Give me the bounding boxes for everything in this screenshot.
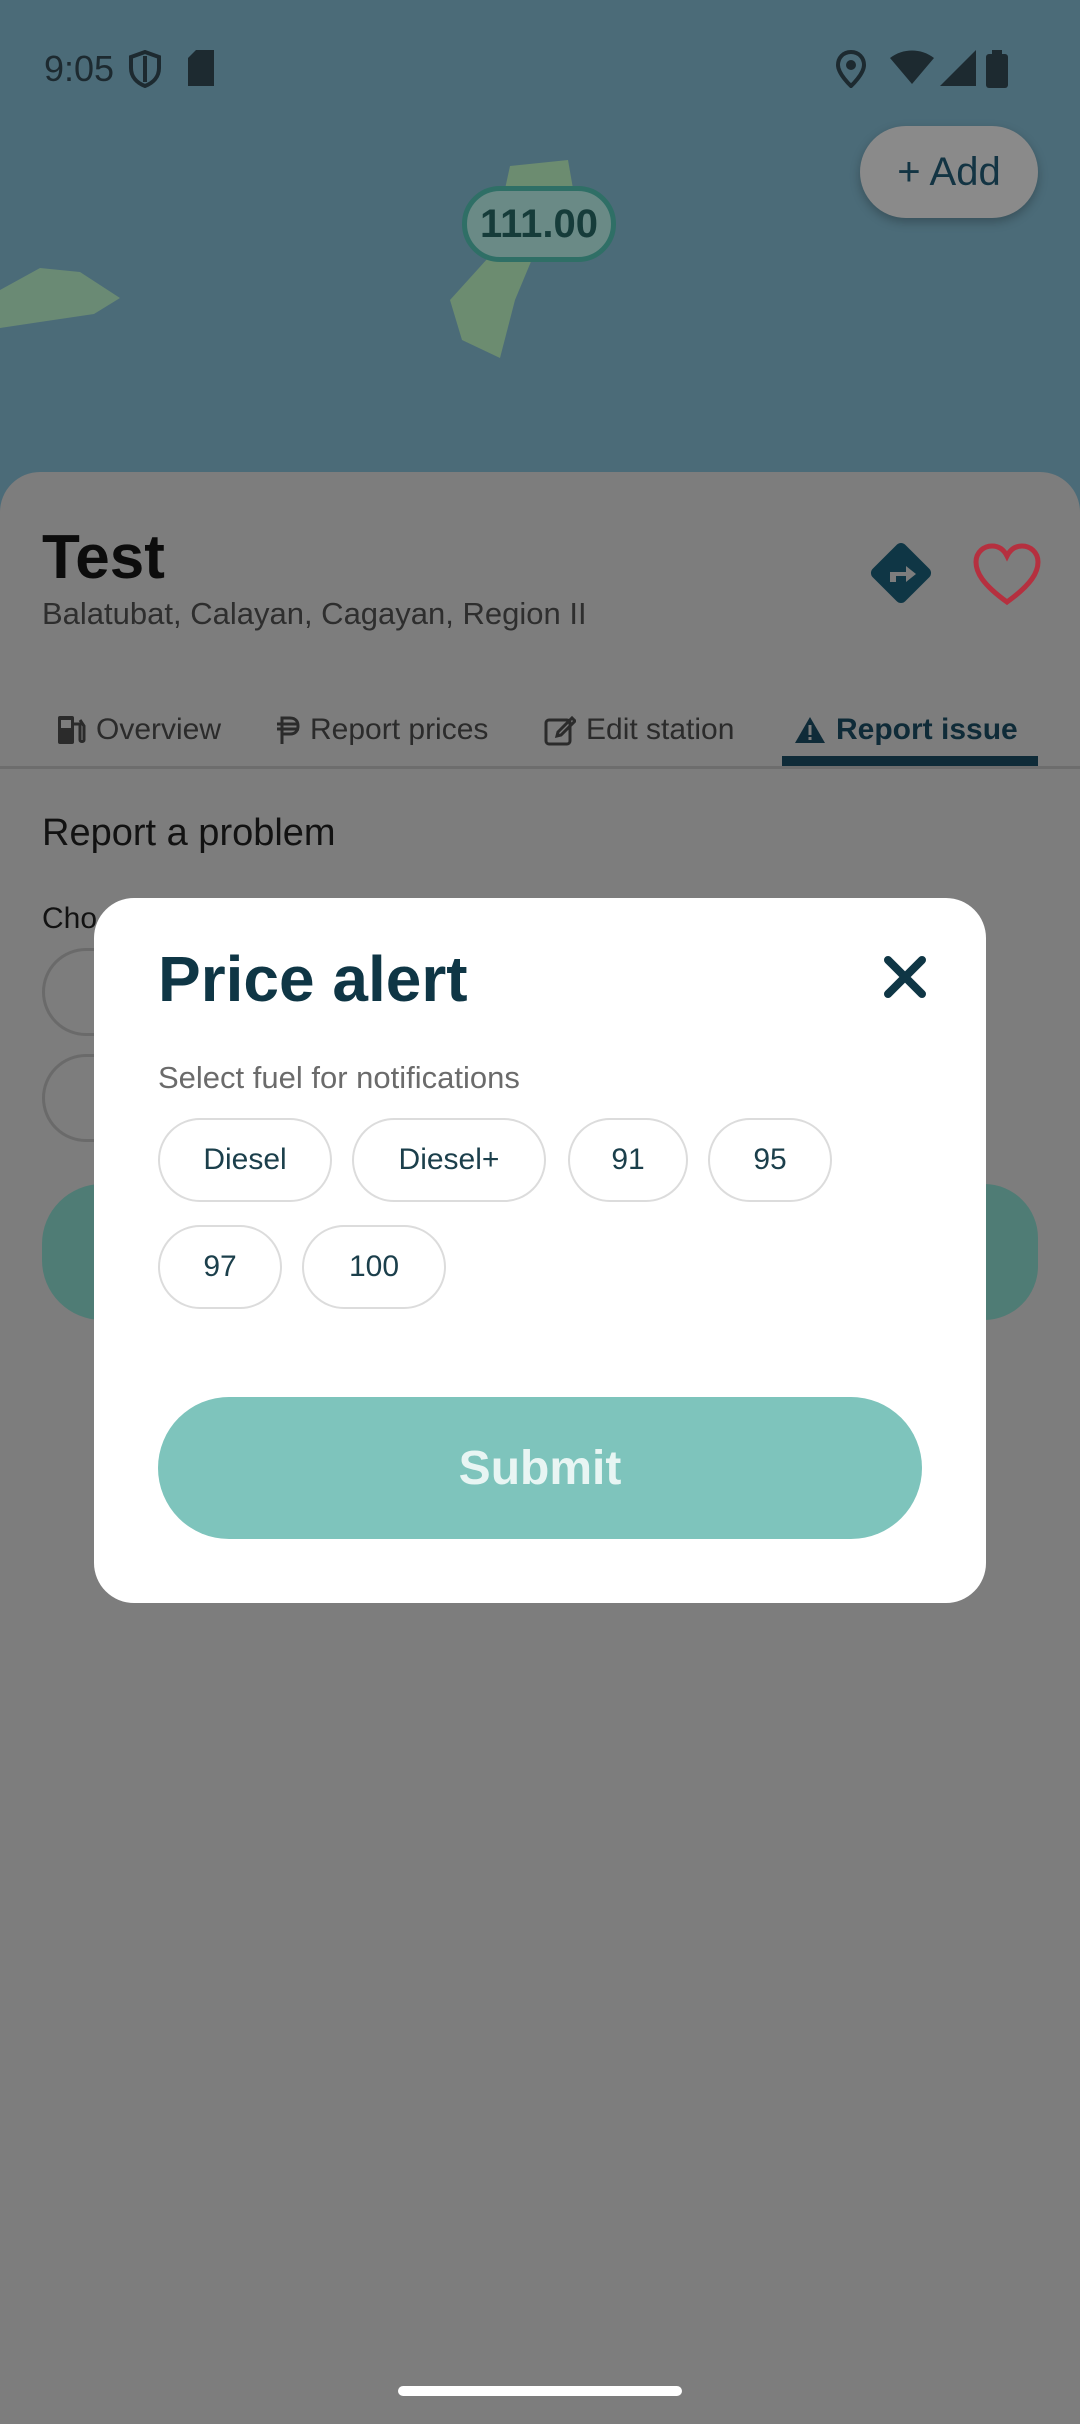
warning-icon <box>795 717 825 743</box>
report-title: Report a problem <box>42 812 336 854</box>
add-station-button[interactable]: + Add <box>860 126 1038 218</box>
fuel-chip-91[interactable]: 91 <box>568 1118 688 1202</box>
station-name: Test <box>42 523 165 592</box>
favorite-heart-icon[interactable] <box>972 542 1042 608</box>
fuel-chip-95[interactable]: 95 <box>708 1118 832 1202</box>
fuel-chip-diesel-plus[interactable]: Diesel+ <box>352 1118 546 1202</box>
dialog-subtitle: Select fuel for notifications <box>158 1060 520 1095</box>
fuel-chip-100[interactable]: 100 <box>302 1225 446 1309</box>
signal-icon <box>940 50 976 86</box>
directions-icon[interactable] <box>866 538 936 608</box>
close-icon[interactable] <box>882 954 928 1000</box>
tab-report-prices-label: Report prices <box>310 713 489 746</box>
sd-card-icon <box>188 50 214 86</box>
fuel-chip-97[interactable]: 97 <box>158 1225 282 1309</box>
location-icon <box>836 50 866 88</box>
edit-icon <box>544 715 576 746</box>
peso-icon <box>277 716 300 744</box>
battery-icon <box>986 50 1008 88</box>
submit-button[interactable]: Submit <box>158 1397 922 1539</box>
tab-overview[interactable]: Overview <box>56 694 221 766</box>
station-address: Balatubat, Calayan, Cagayan, Region II <box>42 596 587 631</box>
price-alert-dialog: Price alert Select fuel for notification… <box>94 898 986 1603</box>
active-tab-indicator <box>782 756 1038 766</box>
status-bar: 9:05 <box>0 0 1080 140</box>
status-time: 9:05 <box>44 48 115 89</box>
tab-report-prices[interactable]: Report prices <box>276 694 488 766</box>
tab-overview-label: Overview <box>96 713 222 746</box>
tab-edit-station-label: Edit station <box>586 713 735 746</box>
wifi-icon <box>890 50 934 84</box>
shield-icon <box>129 50 161 88</box>
map-price-marker[interactable]: 111.00 <box>462 186 616 262</box>
tab-edit-station[interactable]: Edit station <box>544 694 734 766</box>
fuel-pump-icon <box>58 716 86 744</box>
fuel-chip-diesel[interactable]: Diesel <box>158 1118 332 1202</box>
dialog-title: Price alert <box>158 943 468 1015</box>
station-tabs: Overview Report prices Edit station Repo… <box>0 694 1080 769</box>
home-indicator[interactable] <box>398 2386 682 2396</box>
report-choose-label: Cho <box>42 902 98 935</box>
tab-report-issue-label: Report issue <box>836 713 1018 746</box>
